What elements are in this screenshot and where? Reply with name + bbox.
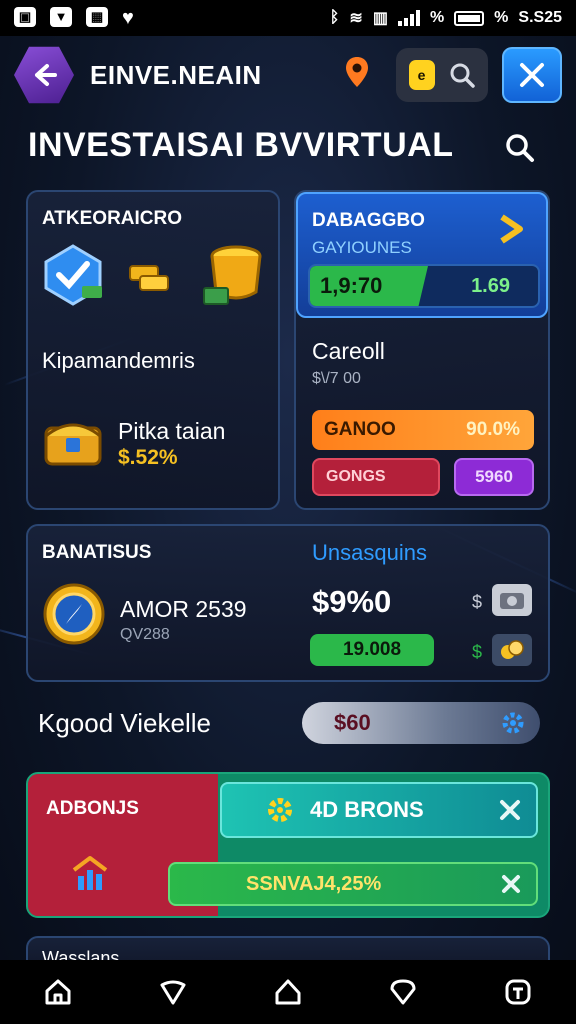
battery-percent-text: %: [429, 9, 445, 26]
stats-panel: DABAGGBO GAYIOUNES 1,9:70 1.69 Careoll $…: [294, 190, 550, 510]
red-button[interactable]: GONGS: [312, 458, 440, 496]
dollar-sign: $: [472, 642, 483, 662]
bar-chart-icon: [72, 856, 108, 890]
arrow-left-icon: [35, 64, 57, 86]
stats-title: DABAGGBO: [312, 210, 425, 231]
stats-bar-value-left: 1,9:70: [320, 273, 383, 298]
battery-icon: [454, 10, 485, 26]
coins-button[interactable]: [492, 634, 532, 666]
sim-icon: ▥: [372, 10, 388, 27]
close-icon: [520, 63, 544, 87]
item-value: $.52%: [118, 446, 178, 469]
close-icon[interactable]: [500, 873, 522, 895]
purple-button[interactable]: 5960: [454, 458, 534, 496]
notification-icon: ▣: [14, 6, 36, 27]
orange-bar-label: GANOO: [324, 419, 396, 440]
percent-text: %: [494, 9, 509, 26]
gear-icon: [268, 798, 292, 822]
balance-panel: BANATISUS Unsasquins AMOR 2539 QV288 $9%…: [26, 524, 550, 682]
value-slider[interactable]: $60: [302, 702, 540, 744]
top-header: EINVE.NEAIN e: [14, 44, 562, 106]
balance-value: $9%0: [312, 584, 392, 619]
search-icon[interactable]: [504, 132, 536, 164]
location-pin-icon[interactable]: [344, 56, 370, 95]
bottom-nav: [0, 960, 576, 1024]
market-label: Kipamandemris: [42, 348, 195, 373]
compass-coin-icon[interactable]: [42, 582, 106, 646]
bonus-bottom-bar[interactable]: SSNVAJ4,25%: [168, 862, 538, 906]
bluetooth-icon: ᛒ: [329, 9, 340, 26]
green-balance-badge: 19.008: [310, 634, 434, 666]
app-title: EINVE.NEAIN: [90, 59, 262, 90]
bonus-panel: ADBONJS 4D BRONS SSNVAJ4,25%: [26, 772, 550, 918]
red-button-label: GONGS: [326, 468, 386, 485]
orange-bar-value: 90.0%: [466, 419, 520, 440]
asset-name: AMOR 2539: [120, 596, 247, 622]
stats-subtitle: GAYIOUNES: [312, 238, 412, 257]
treasure-chest-icon[interactable]: [40, 406, 106, 472]
stats-bar-value-right: 1.69: [471, 274, 510, 297]
coin-icon: e: [408, 60, 435, 90]
profile-icon[interactable]: [503, 977, 533, 1007]
header-search-box[interactable]: e: [396, 48, 488, 102]
slider-value: $60: [334, 710, 371, 735]
back-button[interactable]: [14, 46, 74, 104]
notification-icon: ▦: [86, 6, 108, 27]
dollar-sign: $: [472, 592, 483, 612]
asset-sub: QV288: [120, 626, 170, 643]
camera-button[interactable]: [492, 584, 532, 616]
home-icon[interactable]: [43, 977, 73, 1007]
gold-bars-icon: [129, 265, 169, 291]
gold-pot-icon: [203, 245, 262, 305]
gear-icon[interactable]: [500, 710, 526, 736]
balance-right-heading: Unsasquins: [312, 540, 427, 565]
market-panel: ATKEORAICRO Kipamandemris Pitka taian $.…: [26, 190, 280, 510]
house-icon[interactable]: [273, 977, 303, 1007]
bonus-top-label: 4D BRONS: [310, 797, 424, 822]
close-button[interactable]: [502, 47, 562, 103]
coins-icon: [501, 640, 524, 659]
close-icon[interactable]: [498, 798, 522, 822]
green-balance-value: 19.008: [342, 639, 402, 660]
notification-icon: ▼: [50, 6, 72, 27]
shield-icon[interactable]: [158, 977, 188, 1007]
signal-icon: [397, 10, 420, 26]
clock: S.S25: [518, 9, 562, 26]
camera-icon: [500, 593, 524, 609]
row-label: Kgood Viekelle: [38, 708, 211, 738]
balance-heading: BANATISUS: [42, 542, 152, 563]
heart-icon: ♥: [122, 6, 134, 29]
item-name: Pitka taian: [118, 418, 226, 444]
page-title: INVESTAISAI BVVIRTUAL: [28, 126, 454, 164]
stats-bar: 1,9:70 1.69: [308, 264, 540, 308]
purple-button-value: 5960: [475, 467, 513, 486]
wifi-icon: ≋: [349, 10, 363, 27]
shield-check-icon: [44, 244, 102, 306]
chevron-right-icon[interactable]: [494, 212, 528, 246]
bonus-bottom-value: SSNVAJ4,25%: [246, 872, 382, 895]
bonus-top-bar[interactable]: 4D BRONS: [220, 782, 538, 838]
panel-heading: ATKEORAICRO: [42, 208, 183, 229]
status-bar: ▣ ▼ ▦ ♥ ᛒ ≋ ▥ % % S.S25: [0, 0, 576, 36]
career-sublabel: $\/7 00: [312, 370, 361, 387]
career-label: Careoll: [312, 338, 385, 364]
stats-card[interactable]: DABAGGBO GAYIOUNES 1,9:70 1.69: [296, 192, 548, 318]
bonus-label: ADBONJS: [46, 798, 139, 819]
pin-icon[interactable]: [388, 977, 418, 1007]
orange-progress-bar[interactable]: GANOO 90.0%: [312, 410, 534, 450]
search-icon[interactable]: [448, 61, 476, 89]
